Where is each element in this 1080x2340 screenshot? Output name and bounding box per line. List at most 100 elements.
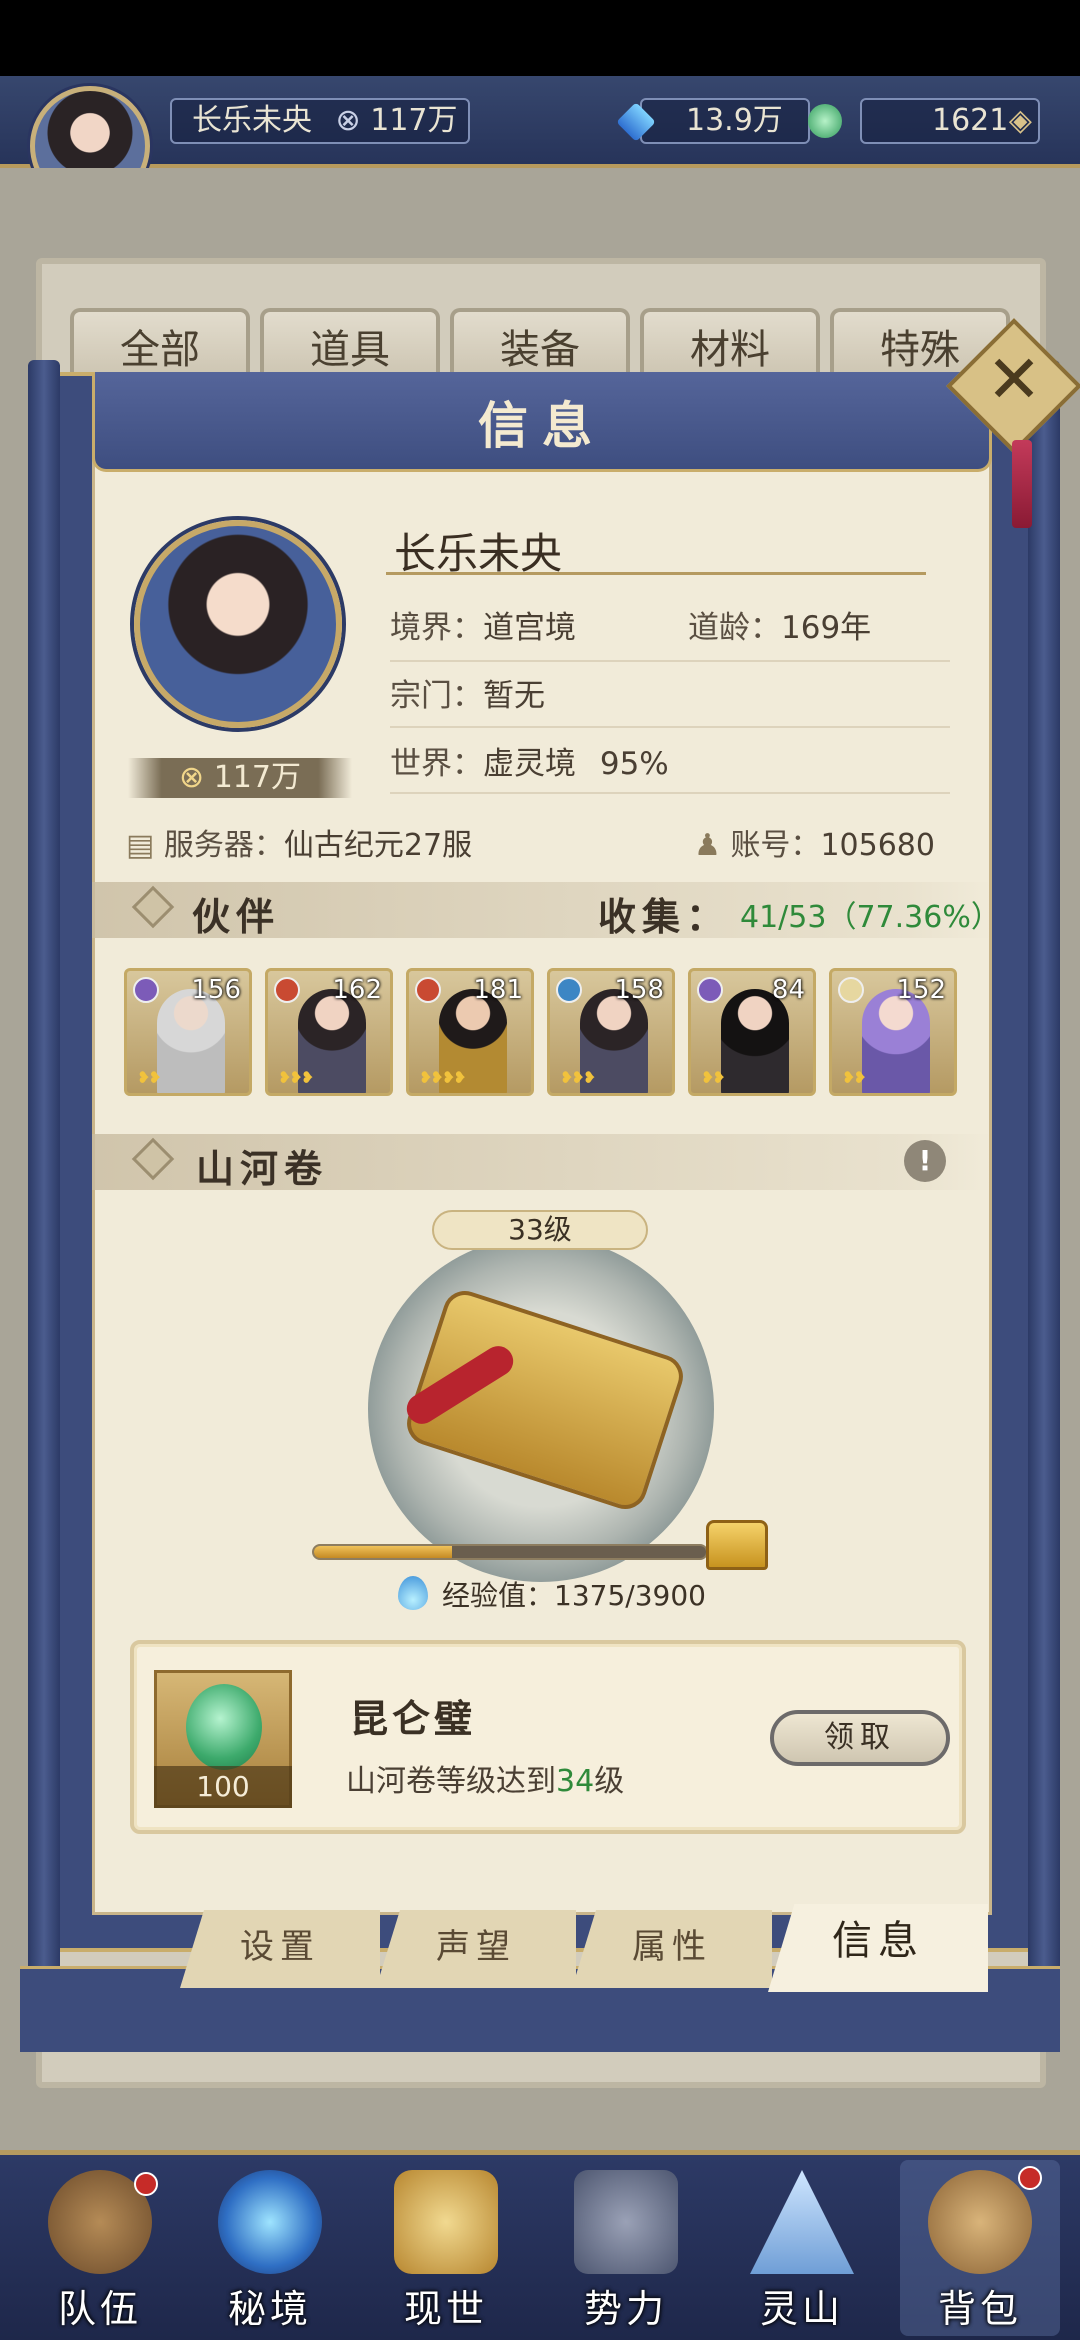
collect-value: 41/53（77.36%） <box>740 900 1001 935</box>
add-jade-icon[interactable]: ◈ <box>1009 100 1032 142</box>
power-badge: ⊗ 117万 <box>128 758 352 798</box>
sect-label: 宗门： <box>390 678 483 714</box>
world-value: 虚灵境 <box>483 746 576 782</box>
claim-button[interactable]: 领取 <box>770 1710 950 1766</box>
dock-present-world[interactable]: 现世 <box>366 2160 526 2336</box>
dock-label: 秘境 <box>227 2287 312 2331</box>
partner-card[interactable]: 84 ❥❥ <box>688 968 816 1096</box>
power-icon: ⊗ <box>179 760 214 795</box>
element-icon <box>274 977 300 1003</box>
reward-description: 山河卷等级达到34级 <box>346 1756 624 1800</box>
age-row: 道龄：169年 <box>688 602 871 647</box>
server-icon: ▤ <box>126 828 164 863</box>
server-label: 服务器： <box>163 828 284 863</box>
account-label: 账号： <box>730 828 821 863</box>
scroll-icon <box>394 2170 498 2274</box>
element-icon <box>415 977 441 1003</box>
name-underline-brush <box>386 572 926 575</box>
partner-level: 156 <box>191 975 241 1005</box>
account-value: 105680 <box>820 828 935 863</box>
pavilion-icon <box>574 2170 678 2274</box>
server-value: 仙古纪元27服 <box>283 828 473 863</box>
partner-level: 162 <box>332 975 382 1005</box>
dock-spirit-mountain[interactable]: 灵山 <box>722 2160 882 2336</box>
dock-team[interactable]: 队伍 <box>20 2160 180 2336</box>
tab-settings[interactable]: 设置 <box>180 1910 380 1988</box>
world-percent: 95% <box>599 746 669 782</box>
star-icons: ❥❥❥❥ <box>419 1068 467 1087</box>
dock-label: 背包 <box>937 2287 1022 2331</box>
tab-reputation[interactable]: 声望 <box>376 1910 576 1988</box>
xp-value: 1375/3900 <box>554 1579 706 1612</box>
element-icon <box>838 977 864 1003</box>
partner-portrait <box>157 989 225 1093</box>
status-bar <box>0 0 1080 76</box>
crystal-value: 13.9万 <box>686 103 783 138</box>
profile-avatar <box>134 520 342 728</box>
partner-portrait <box>721 989 789 1093</box>
player-name-pill: 长乐未央 ⊗ 117万 <box>170 98 470 144</box>
world-label: 世界： <box>390 746 483 782</box>
collect-label: 收集： <box>598 894 731 939</box>
divider <box>390 792 950 794</box>
partner-card[interactable]: 152 ❥❥ <box>829 968 957 1096</box>
star-icons: ❥❥ <box>701 1068 726 1087</box>
dialog-title: 信息 <box>478 396 606 455</box>
age-value: 169年 <box>781 610 872 646</box>
dock-backpack[interactable]: 背包 <box>900 2160 1060 2336</box>
partner-card[interactable]: 156 ❥❥ <box>124 968 252 1096</box>
scroll-rod-right <box>1028 360 1060 2000</box>
divider <box>390 660 950 662</box>
jade-currency[interactable]: 1621 ◈ <box>808 98 1040 144</box>
partners-title: 伙伴 <box>192 894 281 939</box>
xp-flame-icon <box>398 1576 428 1610</box>
backpack-icon <box>928 2170 1032 2274</box>
dock-faction[interactable]: 势力 <box>546 2160 706 2336</box>
info-icon[interactable]: ! <box>904 1140 946 1182</box>
realm-row: 境界：道宫境 <box>390 602 576 647</box>
close-icon[interactable]: ✕ <box>966 330 1062 426</box>
power-value: 117万 <box>213 760 301 795</box>
crystal-currency[interactable]: 13.9万 <box>616 98 810 144</box>
jade-value: 1621 <box>932 103 1009 138</box>
star-icons: ❥❥❥ <box>278 1068 314 1087</box>
partner-level: 158 <box>614 975 664 1005</box>
mountain-icon <box>750 2170 854 2274</box>
element-icon <box>133 977 159 1003</box>
reward-desc-level: 34 <box>556 1764 595 1799</box>
reward-desc-suffix: 级 <box>594 1764 625 1799</box>
star-icons: ❥❥ <box>137 1068 162 1087</box>
partner-card[interactable]: 181 ❥❥❥❥ <box>406 968 534 1096</box>
xp-progress-fill <box>314 1546 453 1558</box>
tab-info[interactable]: 信息 <box>768 1904 988 1992</box>
player-name-top: 长乐未央 <box>192 103 312 138</box>
vortex-icon <box>218 2170 322 2274</box>
partner-level: 181 <box>473 975 523 1005</box>
treasure-chest-icon[interactable] <box>706 1520 768 1570</box>
realm-label: 境界： <box>390 610 483 646</box>
sect-value: 暂无 <box>483 678 545 714</box>
divider <box>390 726 950 728</box>
dock-label: 队伍 <box>57 2287 142 2331</box>
tassel-decoration <box>1012 440 1032 528</box>
dock-label: 灵山 <box>759 2287 844 2331</box>
dock-secret-realm[interactable]: 秘境 <box>190 2160 350 2336</box>
partner-card[interactable]: 162 ❥❥❥ <box>265 968 393 1096</box>
jade-icon <box>808 104 842 138</box>
element-icon <box>556 977 582 1003</box>
star-icons: ❥❥ <box>842 1068 867 1087</box>
notification-dot <box>134 2172 158 2196</box>
sect-row: 宗门：暂无 <box>390 670 545 715</box>
reward-name: 昆仑璧 <box>350 1696 477 1741</box>
power-icon: ⊗ <box>335 103 361 138</box>
partner-card[interactable]: 158 ❥❥❥ <box>547 968 675 1096</box>
scroll-rod-left <box>28 360 60 2000</box>
partner-level: 84 <box>771 975 805 1005</box>
partner-level: 152 <box>896 975 946 1005</box>
tab-attributes[interactable]: 属性 <box>572 1910 772 1988</box>
realm-value: 道宫境 <box>483 610 576 646</box>
scroll-section-title: 山河卷 <box>196 1146 329 1191</box>
age-label: 道龄： <box>688 610 781 646</box>
scroll-level: 33级 <box>432 1210 648 1250</box>
world-row: 世界：虚灵境 95% <box>390 738 669 783</box>
